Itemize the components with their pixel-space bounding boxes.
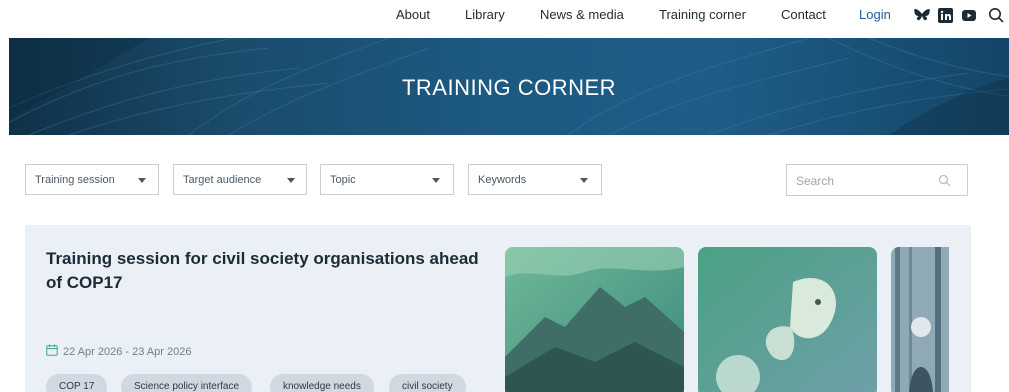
training-session-label: Training session [35, 174, 115, 186]
event-title[interactable]: Training session for civil society organ… [46, 247, 486, 295]
search-icon[interactable] [988, 7, 1004, 23]
butterfly-image [698, 247, 877, 392]
tag-cop17[interactable]: COP 17 [46, 374, 108, 392]
event-date-text: 22 Apr 2026 - 23 Apr 2026 [63, 345, 192, 358]
nav-library[interactable]: Library [465, 7, 505, 22]
chevron-down-icon [287, 178, 295, 183]
tag-science-policy-interface[interactable]: Science policy interface [121, 374, 253, 392]
calendar-icon [46, 344, 58, 359]
forest-person-image [891, 247, 949, 392]
nav-contact[interactable]: Contact [781, 7, 826, 22]
keywords-dropdown[interactable]: Keywords [468, 164, 602, 195]
chevron-down-icon [432, 178, 440, 183]
nav-training-corner[interactable]: Training corner [659, 7, 746, 22]
nav-news-media[interactable]: News & media [540, 7, 624, 22]
hero-banner: TRAINING CORNER [9, 38, 1009, 135]
training-session-dropdown[interactable]: Training session [25, 164, 159, 195]
event-card[interactable]: Training session for civil society organ… [25, 225, 971, 392]
event-date: 22 Apr 2026 - 23 Apr 2026 [46, 344, 191, 359]
search-icon[interactable] [938, 174, 951, 190]
nav-about[interactable]: About [396, 7, 430, 22]
bluesky-icon[interactable] [914, 7, 930, 23]
page-title: TRAINING CORNER [401, 75, 617, 100]
topic-dropdown[interactable]: Topic [320, 164, 454, 195]
target-audience-label: Target audience [183, 174, 262, 186]
chevron-down-icon [138, 178, 146, 183]
youtube-icon[interactable] [961, 7, 977, 23]
keywords-label: Keywords [478, 174, 527, 186]
topic-label: Topic [330, 174, 356, 186]
top-navigation: About Library News & media Training corn… [0, 0, 1009, 38]
search-input[interactable]: Search [786, 164, 968, 196]
linkedin-icon[interactable] [937, 7, 953, 23]
search-placeholder: Search [796, 174, 835, 188]
mountain-image [505, 247, 684, 392]
tag-civil-society[interactable]: civil society [389, 374, 466, 392]
nav-login[interactable]: Login [859, 7, 891, 22]
target-audience-dropdown[interactable]: Target audience [173, 164, 307, 195]
tag-knowledge-needs[interactable]: knowledge needs [270, 374, 374, 392]
chevron-down-icon [580, 178, 588, 183]
